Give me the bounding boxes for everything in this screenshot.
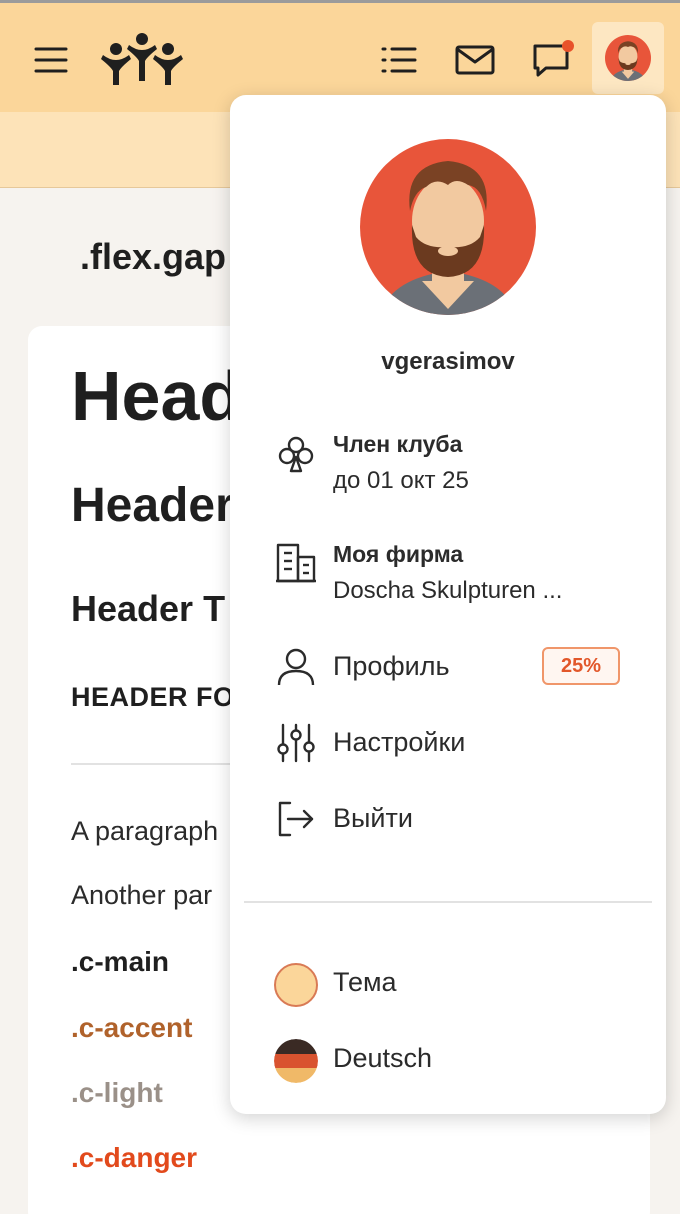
- class-accent-text: .c-accent: [71, 1012, 193, 1043]
- profile-avatar[interactable]: [360, 139, 536, 315]
- sliders-icon: [277, 723, 315, 763]
- logo-people-icon[interactable]: [98, 30, 186, 86]
- menu-item-theme[interactable]: Тема: [274, 963, 634, 1023]
- menu-item-settings[interactable]: Настройки: [274, 721, 634, 781]
- dropdown-divider: [244, 901, 652, 903]
- menu-item-club[interactable]: Член клуба до 01 окт 25: [274, 431, 634, 494]
- theme-color-icon: [274, 963, 318, 1007]
- settings-label: Настройки: [333, 727, 466, 757]
- user-dropdown-menu: vgerasimov Член клуба до 01 окт 25 Моя ф…: [230, 95, 666, 1114]
- club-expiry: до 01 окт 25: [333, 467, 469, 494]
- firm-title: Моя фирма: [333, 541, 464, 567]
- menu-item-language[interactable]: Deutsch: [274, 1039, 634, 1099]
- paragraph-1: A paragraph: [71, 816, 219, 846]
- chat-icon[interactable]: [528, 36, 578, 82]
- logout-icon: [278, 801, 314, 837]
- paragraph-2: Another par: [71, 880, 213, 910]
- profile-label: Профиль: [333, 651, 450, 681]
- class-danger-text: .c-danger: [71, 1142, 198, 1173]
- avatar: [605, 35, 651, 81]
- firm-name: Doscha Skulpturen ...: [333, 577, 563, 604]
- heading-1: Head: [71, 357, 243, 435]
- heading-3: Header T: [71, 588, 226, 629]
- mail-icon[interactable]: [452, 40, 498, 80]
- username: vgerasimov: [381, 348, 515, 375]
- profile-completion-badge: 25%: [542, 647, 620, 685]
- theme-label: Тема: [333, 967, 397, 997]
- avatar-button[interactable]: [592, 22, 664, 94]
- notification-dot: [562, 40, 574, 52]
- menu-item-logout[interactable]: Выйти: [274, 797, 634, 857]
- menu-icon[interactable]: [30, 40, 72, 80]
- page-heading: .flex.gap: [80, 236, 227, 277]
- german-flag-icon: [274, 1039, 318, 1083]
- building-icon: [276, 543, 316, 583]
- class-main-text: .c-main: [71, 946, 170, 977]
- list-icon[interactable]: [378, 40, 420, 80]
- class-light-text: .c-light: [71, 1077, 163, 1108]
- club-icon: [278, 436, 314, 473]
- heading-4: HEADER FO: [71, 682, 235, 712]
- heading-2: Header: [71, 479, 234, 532]
- language-label: Deutsch: [333, 1043, 433, 1073]
- logout-label: Выйти: [333, 803, 413, 833]
- club-title: Член клуба: [333, 431, 463, 457]
- menu-item-firm[interactable]: Моя фирма Doscha Skulpturen ...: [274, 541, 634, 604]
- user-icon: [277, 648, 315, 686]
